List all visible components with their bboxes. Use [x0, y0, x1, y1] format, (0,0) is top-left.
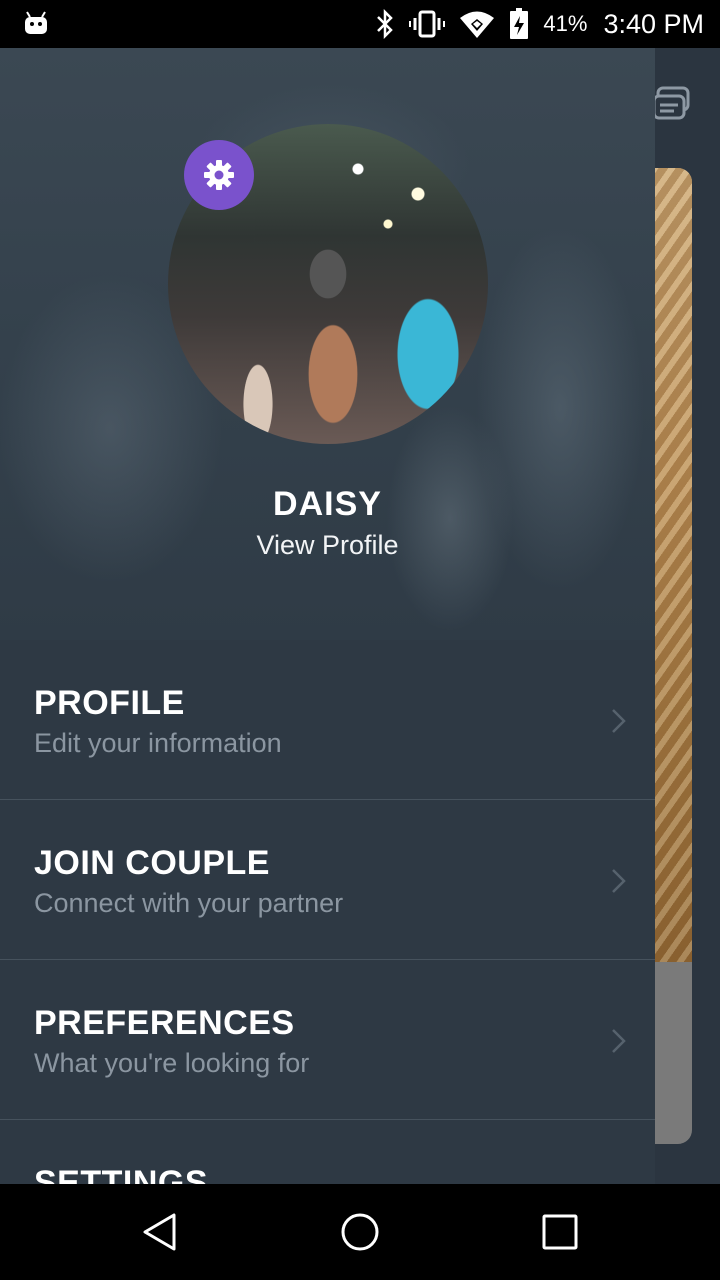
navigation-bar — [0, 1184, 720, 1280]
view-profile-link[interactable]: View Profile — [0, 530, 655, 561]
wifi-icon — [460, 11, 495, 38]
menu-item-title: PREFERENCES — [34, 1004, 295, 1042]
chat-icon[interactable] — [652, 86, 692, 124]
chevron-right-icon — [612, 709, 626, 733]
menu-item-subtitle: Edit your information — [34, 728, 282, 758]
android-icon — [25, 11, 47, 34]
chevron-right-icon — [612, 869, 626, 893]
menu-item-title: PROFILE — [34, 684, 185, 722]
vibrate-icon — [409, 10, 446, 38]
menu-item-join-couple[interactable]: JOIN COUPLE Connect with your partner — [0, 800, 655, 960]
home-button[interactable] — [336, 1208, 384, 1256]
menu-item-title: SETTINGS — [34, 1164, 209, 1184]
battery-icon — [510, 8, 529, 39]
drawer-header: DAISY View Profile — [0, 48, 655, 640]
back-button[interactable] — [136, 1208, 184, 1256]
status-bar: 41% 3:40 PM — [0, 0, 720, 48]
profile-name: DAISY — [273, 485, 382, 523]
menu-item-preferences[interactable]: PREFERENCES What you're looking for — [0, 960, 655, 1120]
menu-item-subtitle: Connect with your partner — [34, 888, 344, 918]
clock: 3:40 PM — [603, 8, 704, 39]
gear-icon — [204, 160, 234, 190]
menu-item-profile[interactable]: PROFILE Edit your information — [0, 640, 655, 800]
menu-item-title: JOIN COUPLE — [34, 844, 270, 882]
bluetooth-icon — [377, 9, 394, 39]
back-icon — [143, 1213, 176, 1251]
menu-item-subtitle: What you're looking for — [34, 1048, 310, 1078]
avatar-settings-button[interactable] — [184, 140, 254, 210]
chevron-right-icon — [612, 1029, 626, 1053]
drawer-menu: PROFILE Edit your information JOIN COUPL… — [0, 640, 655, 1184]
home-icon — [341, 1213, 379, 1251]
navigation-drawer: DAISY View Profile PROFILE Edit your inf… — [0, 48, 655, 1184]
recents-icon — [542, 1214, 578, 1250]
menu-item-settings[interactable]: SETTINGS — [0, 1120, 655, 1184]
recents-button[interactable] — [536, 1208, 584, 1256]
battery-percent: 41% — [543, 11, 588, 36]
